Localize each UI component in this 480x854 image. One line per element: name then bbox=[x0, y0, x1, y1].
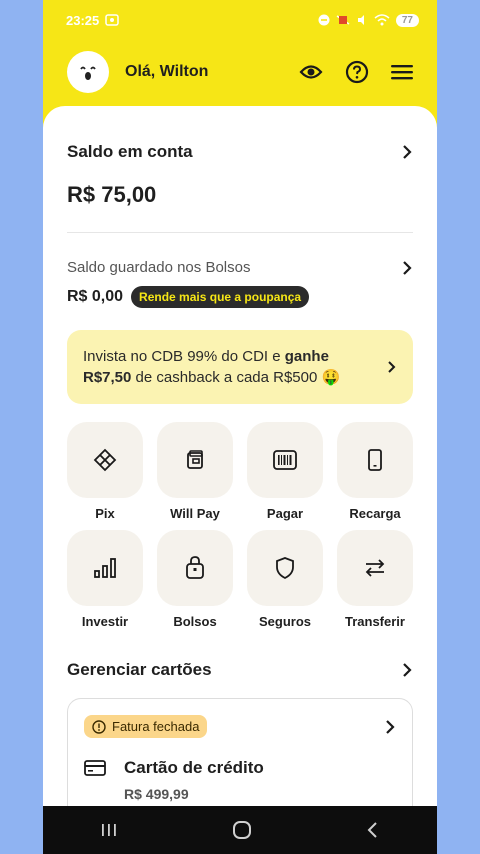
shortcut-tile[interactable] bbox=[67, 422, 143, 498]
chevron-right-icon[interactable] bbox=[384, 719, 396, 735]
status-bar: 23:25 77 bbox=[43, 0, 437, 40]
help-icon[interactable] bbox=[345, 60, 369, 84]
bolsos-title: Saldo guardado nos Bolsos bbox=[67, 259, 251, 276]
shortcut-label: Will Pay bbox=[170, 506, 220, 521]
transfer-icon bbox=[365, 559, 385, 577]
shortcut-will-pay[interactable]: Will Pay bbox=[157, 422, 233, 522]
phone-screen: 23:25 77 Olá, Wilton Saldo em conta R$ 7… bbox=[43, 0, 437, 854]
promo-banner[interactable]: Invista no CDB 99% do CDI e ganhe R$7,50 … bbox=[67, 330, 413, 404]
promo-text-part: de cashback a cada R$500 🤑 bbox=[131, 369, 341, 386]
shortcut-tile[interactable] bbox=[247, 530, 323, 606]
status-time: 23:25 bbox=[66, 12, 100, 28]
greeting-text: Olá, Wilton bbox=[125, 63, 209, 80]
promo-text-part: Invista no CDB 99% do CDI e bbox=[83, 348, 285, 365]
menu-icon[interactable] bbox=[391, 63, 413, 81]
shortcut-tile[interactable] bbox=[337, 530, 413, 606]
bolsos-badge: Rende mais que a poupança bbox=[131, 286, 310, 308]
shield-icon bbox=[276, 557, 294, 579]
shortcut-pix[interactable]: Pix bbox=[67, 422, 143, 522]
invoice-status-text: Fatura fechada bbox=[112, 719, 200, 734]
status-left: 23:25 bbox=[66, 13, 119, 28]
shortcut-transferir[interactable]: Transferir bbox=[337, 530, 413, 630]
shortcuts-grid: Pix Will Pay Pagar Recarga Investir Bols… bbox=[67, 422, 413, 630]
bolsos-header[interactable]: Saldo guardado nos Bolsos bbox=[67, 233, 413, 276]
barcode-icon bbox=[273, 450, 297, 470]
recent-apps-icon[interactable] bbox=[100, 822, 118, 838]
manage-cards-header[interactable]: Gerenciar cartões bbox=[67, 660, 413, 680]
vpn-icon bbox=[336, 14, 350, 26]
shortcut-label: Recarga bbox=[349, 506, 401, 521]
promo-text: Invista no CDB 99% do CDI e ganhe R$7,50 … bbox=[83, 346, 387, 388]
back-icon[interactable] bbox=[366, 821, 380, 839]
shortcut-label: Investir bbox=[81, 614, 129, 629]
promo-text-bold: ganhe bbox=[284, 348, 329, 365]
pix-icon bbox=[93, 448, 117, 472]
credit-card-row: Cartão de crédito bbox=[84, 758, 396, 778]
chevron-right-icon[interactable] bbox=[401, 260, 413, 276]
battery-indicator: 77 bbox=[395, 13, 419, 27]
shortcut-pagar[interactable]: Pagar bbox=[247, 422, 323, 522]
chevron-right-icon[interactable] bbox=[401, 144, 413, 160]
smiley-face-icon bbox=[80, 66, 96, 80]
saldo-title: Saldo em conta bbox=[67, 142, 193, 161]
screen-record-icon bbox=[105, 14, 119, 26]
credit-card-icon bbox=[84, 760, 106, 776]
shortcut-tile[interactable] bbox=[247, 422, 323, 498]
credit-card-title: Cartão de crédito bbox=[124, 758, 264, 777]
home-content: Saldo em conta R$ 75,00 Saldo guardado n… bbox=[43, 106, 437, 838]
avatar[interactable] bbox=[67, 51, 109, 93]
credit-card-amount: R$ 499,99 bbox=[124, 786, 189, 802]
chevron-right-icon[interactable] bbox=[387, 360, 397, 374]
mute-icon bbox=[356, 14, 368, 26]
shortcut-label: Pix bbox=[95, 506, 115, 521]
alert-icon bbox=[92, 719, 106, 734]
invoice-status-badge: Fatura fechada bbox=[84, 715, 208, 738]
shortcut-bolsos[interactable]: Bolsos bbox=[157, 530, 233, 630]
shortcut-label: Seguros bbox=[258, 614, 311, 629]
shortcut-tile[interactable] bbox=[67, 530, 143, 606]
eye-icon[interactable] bbox=[299, 63, 323, 81]
bolsos-row: R$ 0,00 Rende mais que a poupança bbox=[67, 286, 413, 308]
wifi-icon bbox=[374, 14, 390, 26]
app-header: Olá, Wilton bbox=[43, 40, 437, 104]
chart-icon bbox=[94, 558, 116, 578]
shortcut-investir[interactable]: Investir bbox=[67, 530, 143, 630]
phone-icon bbox=[368, 449, 382, 471]
status-right: 77 bbox=[318, 13, 419, 27]
shortcut-seguros[interactable]: Seguros bbox=[247, 530, 323, 630]
shortcut-label: Transferir bbox=[345, 614, 405, 629]
shortcut-label: Pagar bbox=[266, 506, 304, 521]
shortcut-tile[interactable] bbox=[157, 422, 233, 498]
home-icon[interactable] bbox=[232, 820, 252, 840]
shortcut-recarga[interactable]: Recarga bbox=[337, 422, 413, 522]
header-actions bbox=[299, 60, 413, 84]
saldo-value: R$ 75,00 bbox=[67, 182, 157, 207]
credit-card-top-row: Fatura fechada bbox=[84, 715, 396, 738]
shortcut-tile[interactable] bbox=[337, 422, 413, 498]
promo-text-bold: R$7,50 bbox=[83, 369, 132, 386]
saldo-header[interactable]: Saldo em conta bbox=[67, 106, 413, 162]
manage-cards-title: Gerenciar cartões bbox=[67, 660, 212, 679]
dnd-icon bbox=[318, 14, 330, 26]
chevron-right-icon[interactable] bbox=[401, 662, 413, 678]
pocket-icon bbox=[186, 556, 204, 579]
system-nav-bar bbox=[43, 806, 437, 854]
wallet-icon bbox=[187, 450, 203, 469]
shortcut-tile[interactable] bbox=[157, 530, 233, 606]
shortcut-label: Bolsos bbox=[173, 614, 217, 629]
bolsos-value: R$ 0,00 bbox=[67, 288, 124, 305]
